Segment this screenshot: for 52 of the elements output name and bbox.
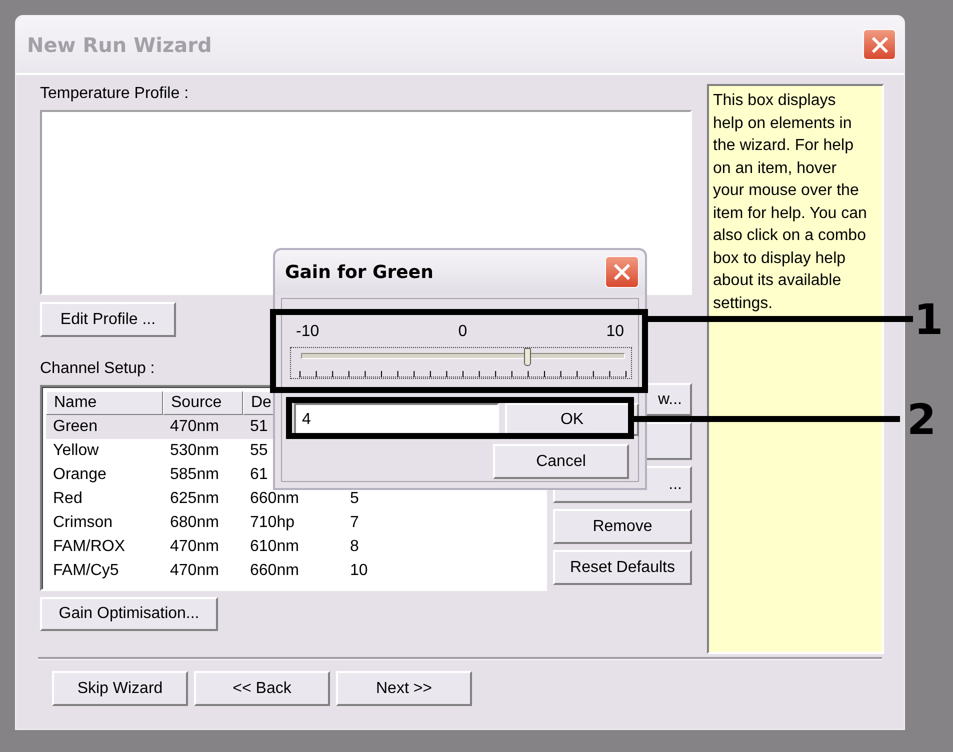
close-icon: [612, 262, 632, 282]
gain-optimisation-button[interactable]: Gain Optimisation...: [40, 597, 218, 631]
table-cell: 660nm: [250, 490, 299, 507]
table-cell: FAM/Cy5: [53, 562, 119, 579]
table-cell: 660nm: [250, 562, 299, 579]
table-cell: Yellow: [53, 442, 99, 459]
column-header[interactable]: Name: [46, 391, 163, 415]
window-title: New Run Wizard: [27, 32, 212, 56]
table-cell: 680nm: [170, 514, 219, 531]
table-cell: Crimson: [53, 514, 113, 531]
wizard-nav-button[interactable]: Next >>: [336, 671, 472, 706]
table-cell: 470nm: [170, 538, 219, 555]
dialog-title: Gain for Green: [285, 262, 434, 282]
table-cell: 625nm: [170, 490, 219, 507]
gain-input[interactable]: 4: [294, 403, 499, 436]
table-cell: 10: [350, 562, 368, 579]
close-button[interactable]: [863, 29, 896, 60]
table-cell: 470nm: [170, 418, 219, 435]
wizard-nav-button[interactable]: << Back: [194, 671, 330, 706]
table-cell: 51: [250, 418, 268, 435]
table-cell: FAM/ROX: [53, 538, 126, 555]
table-cell: Orange: [53, 466, 106, 483]
callout-number: 1: [914, 298, 944, 342]
table-cell: 5: [350, 490, 359, 507]
channel-button[interactable]: Remove: [553, 509, 692, 544]
table-cell: 8: [350, 538, 359, 555]
cancel-button[interactable]: Cancel: [493, 444, 629, 479]
table-cell: 710hp: [250, 514, 294, 531]
wizard-nav-button[interactable]: Skip Wizard: [52, 671, 188, 706]
help-text: This box displays help on elements in the wizard. For help on an item, hover your mouse over the item for help. You can also click on a combo box to display help about its available settings.: [713, 91, 868, 314]
table-cell: 7: [350, 514, 359, 531]
table-cell: 470nm: [170, 562, 219, 579]
table-cell: 610nm: [250, 538, 299, 555]
scale-label: 10: [606, 323, 624, 341]
table-cell: Green: [53, 418, 98, 435]
gain-slider[interactable]: [290, 347, 632, 379]
column-header[interactable]: Source: [163, 391, 243, 415]
section-label: Channel Setup :: [40, 360, 155, 377]
table-cell: 530nm: [170, 442, 219, 459]
section-label: Temperature Profile :: [40, 84, 190, 104]
table-cell: 55: [250, 442, 268, 459]
table-cell: 585nm: [170, 466, 219, 483]
close-icon: [870, 34, 890, 54]
scale-label: -10: [296, 323, 320, 341]
table-cell: 61: [250, 466, 268, 483]
scale-label: 0: [458, 323, 468, 341]
edit-profile-button[interactable]: Edit Profile ...: [40, 302, 176, 337]
callout-number: 2: [907, 398, 936, 442]
close-button[interactable]: [605, 256, 639, 288]
table-cell: Red: [53, 490, 82, 507]
channel-button[interactable]: Reset Defaults: [553, 550, 692, 585]
slider-thumb[interactable]: [524, 348, 532, 366]
